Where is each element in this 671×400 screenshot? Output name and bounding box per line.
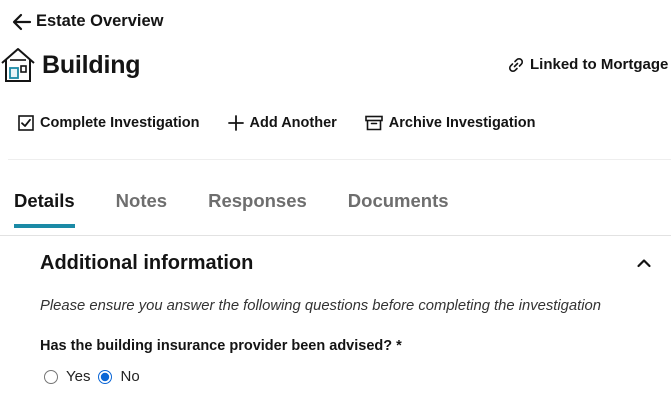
back-link[interactable]: Estate Overview — [12, 12, 164, 31]
radio-yes-label: Yes — [66, 368, 91, 385]
plus-icon — [227, 115, 244, 131]
back-link-label: Estate Overview — [36, 12, 164, 30]
tab-divider — [0, 235, 671, 236]
arrow-left-icon — [12, 13, 32, 30]
instruction-text: Please ensure you answer the following q… — [40, 298, 601, 314]
complete-investigation-label: Complete Investigation — [40, 115, 200, 131]
tab-details[interactable]: Details — [14, 190, 75, 228]
archive-investigation-label: Archive Investigation — [388, 115, 536, 131]
archive-icon — [364, 115, 383, 131]
link-icon — [508, 57, 524, 72]
section-title: Additional information — [40, 252, 254, 274]
action-bar: Complete Investigation Add Another Archi… — [18, 115, 535, 131]
answer-radio-group: Yes No — [44, 368, 140, 385]
radio-no-label: No — [120, 368, 140, 385]
radio-yes[interactable] — [44, 369, 58, 384]
add-another-button[interactable]: Add Another — [227, 115, 337, 131]
chevron-up-icon — [637, 259, 651, 268]
add-another-label: Add Another — [249, 115, 337, 131]
complete-investigation-button[interactable]: Complete Investigation — [18, 115, 200, 131]
linked-to-label: Linked to Mortgage - H — [530, 56, 671, 73]
page: Estate Overview Building Linked to Mortg… — [0, 0, 671, 400]
page-title: Building — [42, 50, 141, 79]
house-icon — [1, 48, 35, 82]
checkbox-checked-icon — [18, 115, 34, 131]
tab-documents[interactable]: Documents — [348, 190, 449, 228]
archive-investigation-button[interactable]: Archive Investigation — [364, 115, 536, 131]
tab-notes[interactable]: Notes — [116, 190, 167, 228]
linked-to-link[interactable]: Linked to Mortgage - H — [508, 56, 671, 73]
radio-no[interactable] — [98, 369, 113, 384]
tab-bar: Details Notes Responses Documents — [14, 190, 449, 228]
divider — [8, 159, 671, 160]
page-header: Building — [0, 46, 141, 84]
collapse-section-button[interactable] — [636, 256, 652, 274]
radio-option-no[interactable]: No — [98, 368, 140, 385]
question-label: Has the building insurance provider been… — [40, 338, 402, 354]
radio-option-yes[interactable]: Yes — [44, 368, 90, 385]
tab-responses[interactable]: Responses — [208, 190, 307, 228]
